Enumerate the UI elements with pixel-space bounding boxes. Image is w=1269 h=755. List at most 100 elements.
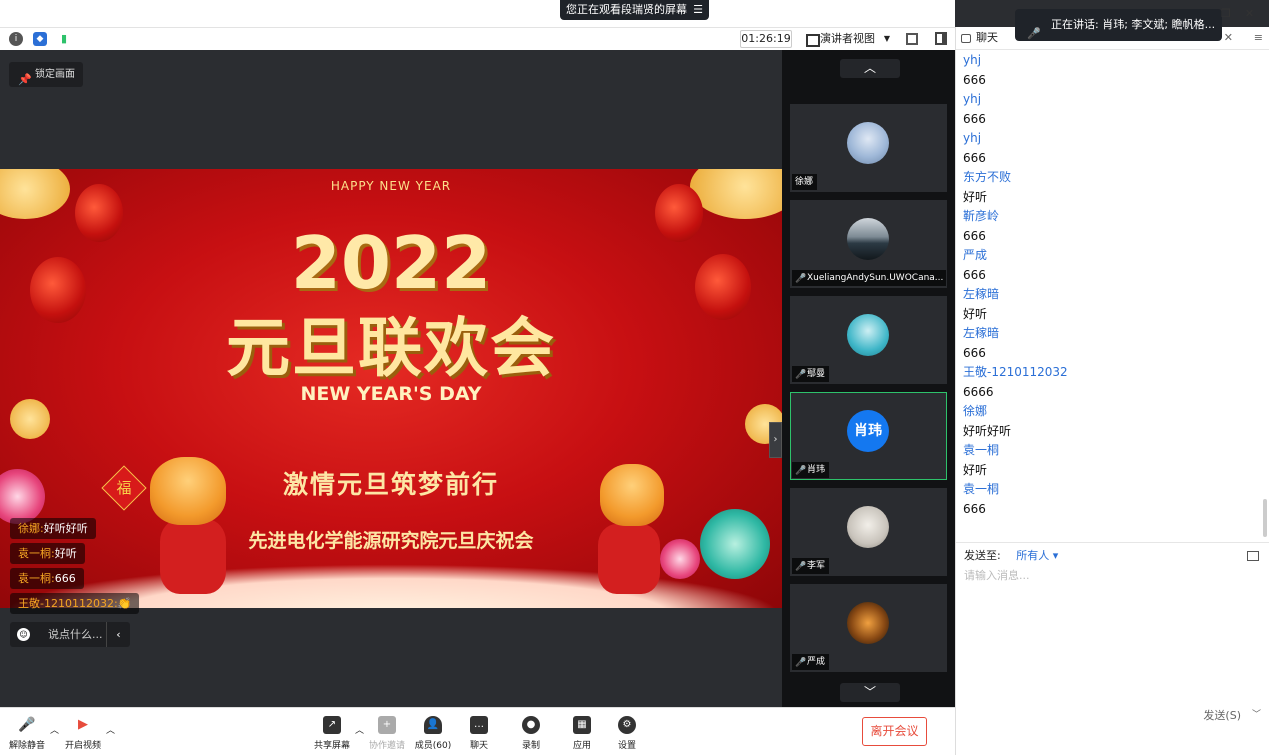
danmaku-item: 袁一桐:好听 <box>10 542 139 567</box>
fullscreen-icon[interactable] <box>906 33 918 45</box>
chat-sender[interactable]: 王敬-1210112032 <box>963 363 1253 383</box>
participant-name-tag: 徐娜 <box>792 174 818 190</box>
start-video-button[interactable]: ▶ 开启视频 <box>58 708 108 755</box>
members-button[interactable]: 👤 成员(60) <box>408 708 458 755</box>
chat-sender[interactable]: yhj <box>963 129 1253 149</box>
chat-sender[interactable]: 东方不败 <box>963 168 1253 188</box>
avatar-initials: 肖玮 <box>854 423 882 439</box>
mic-muted-icon: 🎤 <box>795 274 807 284</box>
participant-name: 肖玮 <box>807 465 826 475</box>
chat-message: yhj 666 <box>963 90 1253 129</box>
danmaku-item: 王敬-1210112032:👏 <box>10 592 140 617</box>
chat-sender[interactable]: 袁一桐 <box>963 480 1253 500</box>
share-screen-icon: ↗ <box>323 716 341 734</box>
view-mode-dropdown[interactable]: 演讲者视图 ▼ <box>802 30 896 48</box>
chat-message: 严成 666 <box>963 246 1253 285</box>
participant-name-tag: 🎤李军 <box>792 558 830 574</box>
shield-icon[interactable]: ◆ <box>33 32 47 46</box>
participant-tile[interactable]: 🎤严成 <box>790 584 947 672</box>
chat-message: yhj 666 <box>963 129 1253 168</box>
menu-icon[interactable]: ☰ <box>693 0 703 20</box>
restore-icon[interactable]: ❐ <box>1221 7 1231 20</box>
share-screen-button[interactable]: ↗ 共享屏幕 <box>307 708 357 755</box>
participant-tile[interactable]: 徐娜 <box>790 104 947 192</box>
chat-message: 东方不败 好听 <box>963 168 1253 207</box>
chevron-up-icon[interactable]: ︿ <box>840 59 900 78</box>
chat-text: 666 <box>963 228 986 243</box>
avatar <box>847 218 889 260</box>
mic-muted-icon: 🎤 <box>795 370 807 380</box>
chevron-up-icon[interactable]: ︿ <box>106 723 115 736</box>
chat-sender[interactable]: 左稼暗 <box>963 285 1253 305</box>
apps-button[interactable]: ▦ 应用 <box>557 708 607 755</box>
chat-sender[interactable]: 徐娜 <box>963 402 1253 422</box>
chat-sender[interactable]: 左稼暗 <box>963 324 1253 344</box>
chat-scrollbar[interactable] <box>1263 499 1267 537</box>
danmaku-input[interactable]: ☺ 说点什么... ‹ <box>10 622 130 647</box>
chat-button[interactable]: … 聊天 <box>454 708 504 755</box>
mic-muted-icon: 🎤 <box>795 562 807 572</box>
toolbar: i ◆ ▮ 01:26:19 演讲者视图 ▼ <box>0 27 955 50</box>
chat-text: 666 <box>963 267 986 282</box>
chevron-down-icon: ▼ <box>883 34 890 43</box>
chat-panel: 聊天 ✕ ≡ yhj 666 yhj 666 yhj 666 东方不败 好听 靳彦岭 666 严成 6… <box>955 27 1269 755</box>
unmute-label: 解除静音 <box>8 741 45 751</box>
chevron-right-icon[interactable]: › <box>769 422 782 458</box>
danmaku-item: 徐娜:好听好听 <box>10 517 139 542</box>
chat-sender[interactable]: yhj <box>963 51 1253 71</box>
danmaku-sender: 袁一桐: <box>18 572 55 585</box>
chat-sender[interactable]: 袁一桐 <box>963 441 1253 461</box>
chat-sender[interactable]: 靳彦岭 <box>963 207 1253 227</box>
share-banner[interactable]: 您正在观看段瑞贤的屏幕 ☰ <box>560 0 709 20</box>
participant-tile[interactable]: 🎤李军 <box>790 488 947 576</box>
record-button[interactable]: ● 录制 <box>506 708 556 755</box>
window-controls: ❐ ✕ <box>1221 7 1254 20</box>
danmaku-text: 👏 <box>117 597 132 610</box>
participant-tile[interactable]: 🎤XueliangAndySun.UWOCana... <box>790 200 947 288</box>
chevron-down-icon[interactable]: ﹀ <box>1252 707 1261 720</box>
unmute-button[interactable]: 🎤 解除静音 <box>2 708 52 755</box>
invite-icon: + <box>378 716 396 734</box>
signal-icon[interactable]: ▮ <box>57 32 71 46</box>
slide-year: 2022 <box>290 221 492 305</box>
record-icon: ● <box>522 716 540 734</box>
meeting-window: 您正在观看段瑞贤的屏幕 ☰ i ◆ ▮ 01:26:19 演讲者视图 ▼ 📌 锁… <box>0 0 1269 755</box>
chevron-down-icon[interactable]: ﹀ <box>840 683 900 702</box>
settings-button[interactable]: ⚙ 设置 <box>602 708 652 755</box>
top-bar: 您正在观看段瑞贤的屏幕 ☰ i ◆ ▮ 01:26:19 演讲者视图 ▼ <box>0 0 955 50</box>
chat-text: 666 <box>963 345 986 360</box>
mic-muted-icon: 🎤 <box>795 658 807 668</box>
info-icon[interactable]: i <box>9 32 23 46</box>
emoji-icon[interactable]: ☺ <box>17 628 30 641</box>
apps-label: 应用 <box>572 741 591 751</box>
send-to-label: 发送至: <box>964 549 1001 562</box>
image-icon[interactable] <box>1247 551 1259 561</box>
send-button[interactable]: 发送(S) <box>1203 707 1241 723</box>
camera-off-icon: ▶ <box>78 717 88 732</box>
apps-icon: ▦ <box>573 716 591 734</box>
chat-message: 徐娜 好听好听 <box>963 402 1253 441</box>
chat-text: 666 <box>963 72 986 87</box>
lock-view-button[interactable]: 📌 锁定画面 <box>9 62 83 87</box>
chat-icon <box>961 34 971 43</box>
chat-text: 666 <box>963 111 986 126</box>
chevron-left-icon[interactable]: ‹ <box>106 622 130 647</box>
chat-input[interactable]: 请输入消息... <box>964 567 1030 583</box>
chat-sender[interactable]: yhj <box>963 90 1253 110</box>
collab-invite-button[interactable]: + 协作邀请 <box>362 708 412 755</box>
send-to-dropdown[interactable]: 所有人 ▾ <box>1016 549 1058 562</box>
participant-tile[interactable]: 🎤鄢曼 <box>790 296 947 384</box>
danmaku-placeholder: 说点什么... <box>48 628 103 641</box>
cloud-decoration <box>690 169 782 219</box>
menu-icon[interactable]: ≡ <box>1254 27 1263 49</box>
share-screen-label: 共享屏幕 <box>313 741 350 751</box>
avatar <box>847 314 889 356</box>
slide-title: 元旦联欢会 <box>226 312 556 386</box>
close-icon[interactable]: ✕ <box>1224 27 1233 49</box>
participant-tile-active[interactable]: 肖玮 🎤肖玮 <box>790 392 947 480</box>
chat-message: yhj 666 <box>963 51 1253 90</box>
chat-sender[interactable]: 严成 <box>963 246 1253 266</box>
leave-meeting-button[interactable]: 离开会议 <box>862 717 927 746</box>
close-icon[interactable]: ✕ <box>1245 7 1254 20</box>
sidebar-toggle-icon[interactable] <box>935 32 947 45</box>
